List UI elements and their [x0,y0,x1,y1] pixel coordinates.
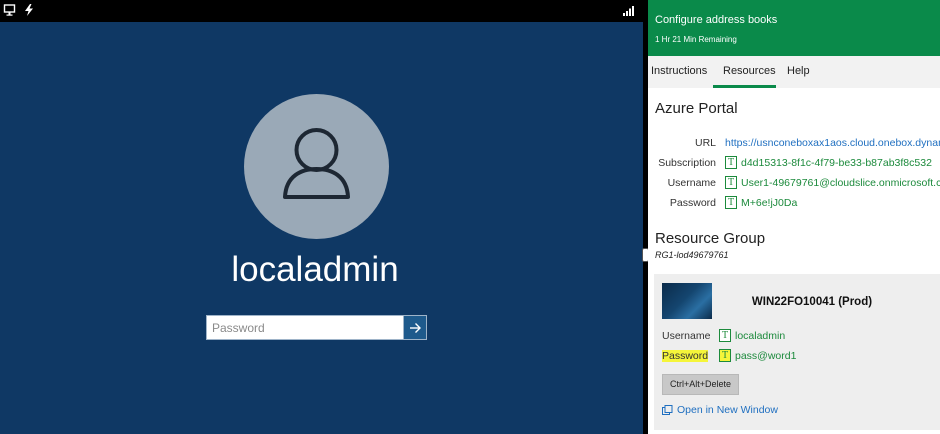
type-text-icon[interactable]: T [719,349,731,362]
azure-password-label: Password [669,197,716,209]
url-link[interactable]: https://usnconeboxax1aos.cloud.onebox.dy… [725,137,940,149]
subscription-value[interactable]: d4d15313-8f1c-4f79-be33-b87ab3f8c532 [741,157,932,169]
password-input[interactable] [207,316,403,339]
type-text-icon[interactable]: T [725,176,737,189]
signal-icon [622,3,636,17]
vm-thumbnail[interactable] [662,283,712,319]
type-text-icon[interactable]: T [725,196,737,209]
vm-top-bar [0,0,643,22]
user-icon [283,128,350,199]
resource-group-name: RG1-lod49679761 [655,250,729,260]
azure-username-value[interactable]: User1-49679761@cloudslice.onmicrosoft.co… [741,177,940,189]
type-text-icon[interactable]: T [725,156,737,169]
vm-lock-screen[interactable]: localadmin [0,0,643,434]
active-tab-indicator [713,85,776,88]
lab-panel: Configure address books 1 Hr 21 Min Rema… [648,0,940,434]
subscription-label: Subscription [658,157,716,169]
azure-portal-heading: Azure Portal [655,100,738,117]
panel-tabs: Instructions Resources Help [648,56,940,88]
open-new-window-label: Open in New Window [677,404,778,416]
vm-name: WIN22FO10041 (Prod) [751,296,873,308]
new-window-icon [662,404,673,415]
password-box [206,315,427,340]
open-new-window-link[interactable]: Open in New Window [662,404,778,416]
type-text-icon[interactable]: T [719,329,731,342]
tab-instructions[interactable]: Instructions [651,65,707,77]
url-label: URL [694,137,716,149]
vm-username-value[interactable]: localadmin [735,330,785,342]
tab-help[interactable]: Help [787,65,810,77]
user-avatar [244,94,389,239]
panel-header: Configure address books 1 Hr 21 Min Rema… [648,0,940,56]
vm-username-label: Username [662,330,711,342]
submit-arrow-button[interactable] [403,316,426,339]
lock-screen-user-name: localadmin [231,250,399,289]
vm-card: WIN22FO10041 (Prod) Username T localadmi… [654,274,940,430]
ctrl-alt-delete-button[interactable]: Ctrl+Alt+Delete [662,374,739,395]
azure-password-value[interactable]: M+6e!jJ0Da [741,197,797,209]
lab-title: Configure address books [655,14,778,26]
monitor-icon[interactable] [3,3,17,17]
tab-resources[interactable]: Resources [723,65,776,77]
azure-username-label: Username [667,177,716,189]
vm-password-value[interactable]: pass@word1 [735,350,796,362]
lightning-icon[interactable] [22,3,36,17]
vm-password-label: Password [662,350,709,362]
resource-group-heading: Resource Group [655,230,766,247]
time-remaining: 1 Hr 21 Min Remaining [655,35,737,44]
arrow-right-icon [410,322,421,333]
